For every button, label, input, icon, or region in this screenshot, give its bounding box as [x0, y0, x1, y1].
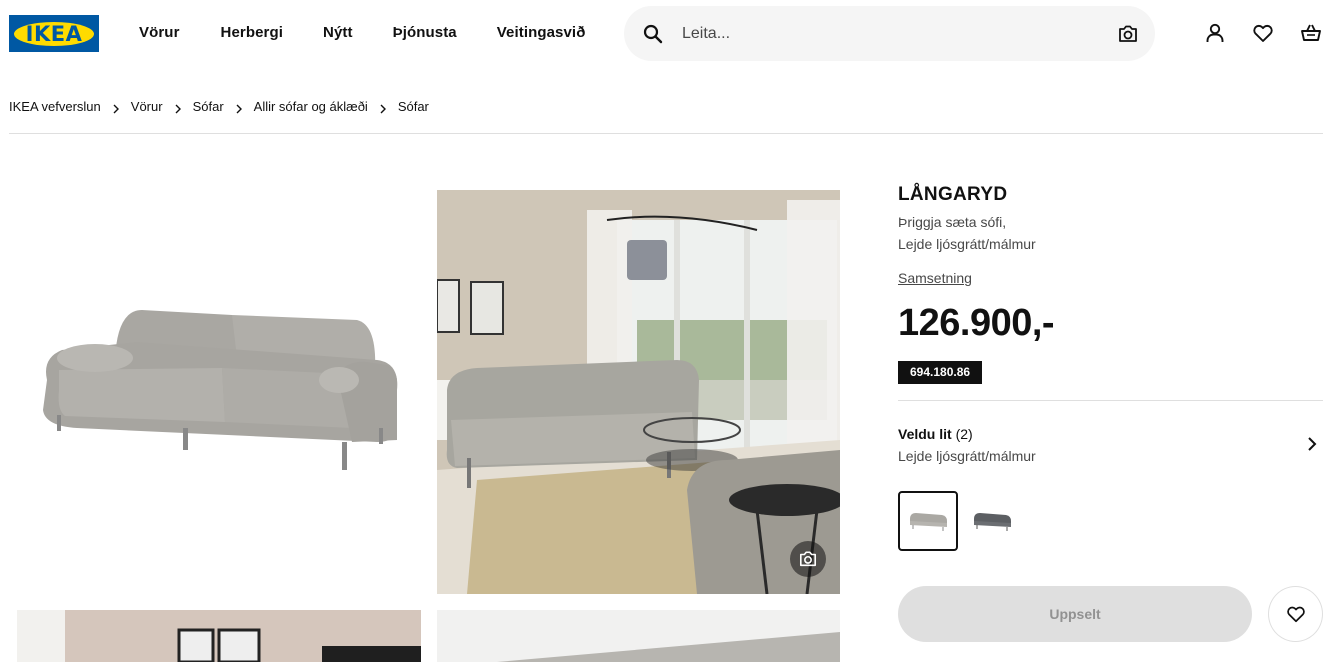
product-name: LÅNGARYD — [898, 184, 1008, 205]
camera-search-button[interactable] — [790, 541, 826, 577]
sold-out-button[interactable]: Uppselt — [898, 586, 1252, 642]
breadcrumb-item[interactable]: IKEA vefverslun — [9, 99, 101, 114]
product-variant: Lejde ljósgrátt/málmur — [898, 236, 1036, 252]
nav-item-thjonusta[interactable]: Þjónusta — [393, 24, 457, 41]
heart-icon[interactable] — [1252, 22, 1274, 44]
product-image-3[interactable] — [17, 610, 421, 662]
chevron-right-icon — [112, 102, 120, 113]
color-picker-title: Veldu lit — [898, 426, 952, 442]
color-swatch-dark-grey[interactable] — [962, 491, 1022, 551]
breadcrumb-item[interactable]: Vörur — [131, 99, 163, 114]
ikea-logo[interactable]: IKEA — [9, 15, 99, 52]
user-icon[interactable] — [1204, 22, 1226, 44]
breadcrumb-item[interactable]: Sófar — [193, 99, 224, 114]
product-image-4[interactable] — [437, 610, 840, 662]
search-input[interactable] — [682, 20, 1102, 48]
breadcrumb-item[interactable]: Allir sófar og áklæði — [254, 99, 368, 114]
chevron-right-icon — [1307, 436, 1317, 457]
logo-text: IKEA — [25, 21, 83, 46]
product-image-main[interactable] — [17, 190, 421, 594]
chevron-right-icon — [379, 102, 387, 113]
search-icon[interactable] — [643, 24, 663, 49]
color-picker-toggle[interactable]: Veldu lit (2) Lejde ljósgrátt/málmur — [898, 420, 1323, 472]
assembly-link[interactable]: Samsetning — [898, 270, 972, 286]
product-image-room[interactable] — [437, 190, 840, 594]
divider — [898, 400, 1323, 401]
camera-icon[interactable] — [1117, 24, 1139, 49]
color-count: (2) — [955, 426, 973, 442]
add-to-favourites-button[interactable] — [1268, 586, 1323, 642]
nav-item-herbergi[interactable]: Herbergi — [221, 24, 284, 41]
article-number-badge: 694.180.86 — [898, 361, 983, 384]
product-price: 126.900,- — [898, 302, 1055, 344]
header-icons — [1204, 22, 1322, 44]
main-nav: Vörur Herbergi Nýtt Þjónusta Veitingasvi… — [139, 24, 625, 41]
camera-icon — [799, 551, 817, 567]
color-swatch-light-grey[interactable] — [898, 491, 958, 551]
chevron-right-icon — [235, 102, 243, 113]
breadcrumb-item-current[interactable]: Sófar — [398, 99, 429, 114]
heart-icon — [1286, 606, 1305, 623]
divider — [9, 133, 1323, 134]
site-header: IKEA Vörur Herbergi Nýtt Þjónusta Veitin… — [0, 0, 1336, 68]
selected-color: Lejde ljósgrátt/málmur — [898, 448, 1036, 464]
search-bar[interactable] — [624, 6, 1155, 61]
nav-item-veitingasvid[interactable]: Veitingasvið — [497, 24, 586, 41]
product-description: Þriggja sæta sófi, — [898, 214, 1007, 230]
basket-icon[interactable] — [1300, 22, 1322, 44]
breadcrumb: IKEA vefverslun Vörur Sófar Allir sófar … — [9, 99, 429, 114]
nav-item-nytt[interactable]: Nýtt — [323, 24, 353, 41]
nav-item-vorur[interactable]: Vörur — [139, 24, 180, 41]
chevron-right-icon — [174, 102, 182, 113]
